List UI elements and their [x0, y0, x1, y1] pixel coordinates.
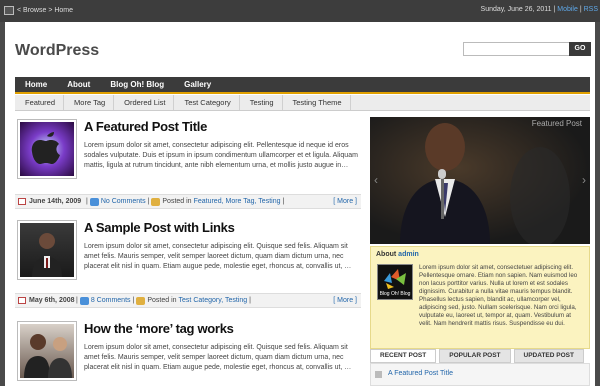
nav-item-about[interactable]: About [57, 77, 100, 92]
post-meta: June 14th, 2009 | No Comments | Posted i… [15, 194, 361, 209]
featured-photo-icon [400, 123, 570, 244]
post-thumbnail[interactable] [17, 220, 77, 280]
nav-item-blog[interactable]: Blog Oh! Blog [100, 77, 174, 92]
comment-icon [79, 296, 89, 305]
calendar-icon [18, 297, 26, 304]
slider-next-icon[interactable]: › [582, 173, 586, 187]
category-nav: Featured More Tag Ordered List Test Cate… [15, 95, 590, 111]
category-testing[interactable]: Testing [240, 95, 283, 110]
top-right-info: Sunday, June 26, 2011 | Mobile | RSS [481, 6, 598, 13]
blog-logo: Blog Oh! Blog [377, 264, 413, 300]
about-box: About admin Blog Oh! Blog Lorem ipsum do… [370, 246, 590, 349]
post: A Sample Post with Links Lorem ipsum dol… [15, 220, 361, 310]
search-input[interactable] [463, 42, 570, 56]
post-meta: May 6th, 2008 | 8 Comments | Posted in T… [15, 293, 361, 308]
about-text: Lorem ipsum dolor sit amet, consectetuer… [419, 264, 578, 327]
posted-in-label: Posted in [147, 297, 177, 304]
current-date: Sunday, June 26, 2011 [480, 6, 552, 13]
post-title[interactable]: A Sample Post with Links [84, 220, 235, 235]
site-title[interactable]: WordPress [15, 42, 99, 60]
more-link[interactable]: [ More ] [333, 195, 357, 208]
post-excerpt: Lorem ipsum dolor sit amet, consectetur … [84, 142, 358, 169]
post-tabs: RECENT POST POPULAR POST UPDATED POST [370, 349, 590, 363]
recent-post-link[interactable]: A Featured Post Title [388, 370, 453, 377]
post-thumbnail[interactable] [17, 119, 77, 179]
more-link[interactable]: [ More ] [333, 294, 357, 307]
slider-prev-icon[interactable]: ‹ [374, 173, 378, 187]
separator: | [579, 6, 582, 13]
post-tags[interactable]: Featured, More Tag, Testing [194, 195, 281, 208]
post-title[interactable]: How the ‘more’ tag works [84, 321, 234, 336]
recent-post-list: A Featured Post Title [370, 363, 590, 386]
category-ordered-list[interactable]: Ordered List [114, 95, 175, 110]
breadcrumb-text[interactable]: < Browse > Home [17, 7, 73, 14]
tab-popular-post[interactable]: POPULAR POST [439, 349, 511, 363]
comments-link[interactable]: No Comments [101, 195, 146, 208]
comment-icon [89, 197, 99, 206]
calendar-icon [18, 198, 26, 205]
separator: | [553, 6, 556, 13]
svg-text:Blog Oh! Blog: Blog Oh! Blog [380, 291, 411, 297]
post-excerpt: Lorem ipsum dolor sit amet, consectetur … [84, 243, 352, 270]
apple-logo-icon [31, 132, 60, 164]
about-heading: About admin [376, 251, 419, 258]
page-container: WordPress GO Home About Blog Oh! Blog Ga… [5, 22, 595, 386]
nav-item-gallery[interactable]: Gallery [174, 77, 221, 92]
author-link[interactable]: admin [398, 251, 419, 258]
post: How the ‘more’ tag works Lorem ipsum dol… [15, 321, 361, 386]
rss-link[interactable]: RSS [584, 6, 598, 13]
post-tags[interactable]: Test Category, Testing [179, 294, 248, 307]
nav-item-home[interactable]: Home [15, 77, 57, 92]
comments-link[interactable]: 8 Comments [91, 294, 131, 307]
breadcrumb: < Browse > Home [4, 6, 73, 15]
category-featured[interactable]: Featured [15, 95, 65, 110]
tab-recent-post[interactable]: RECENT POST [370, 349, 437, 363]
post-date: May 6th, 2008 [29, 297, 75, 304]
bullet-icon [375, 371, 382, 378]
folder-icon [151, 197, 161, 206]
top-bar: < Browse > Home Sunday, June 26, 2011 | … [0, 0, 600, 22]
main-nav: Home About Blog Oh! Blog Gallery [15, 77, 590, 94]
post-excerpt: Lorem ipsum dolor sit amet, consectetur … [84, 344, 352, 371]
category-more-tag[interactable]: More Tag [64, 95, 115, 110]
post: A Featured Post Title Lorem ipsum dolor … [15, 119, 361, 209]
search-go-button[interactable]: GO [569, 42, 591, 56]
folder-icon [136, 296, 146, 305]
two-people-photo-icon [24, 334, 72, 378]
category-test-category[interactable]: Test Category [174, 95, 240, 110]
posted-in-label: Posted in [162, 198, 192, 205]
post-title[interactable]: A Featured Post Title [84, 119, 207, 134]
category-testing-theme[interactable]: Testing Theme [283, 95, 351, 110]
tab-updated-post[interactable]: UPDATED POST [513, 349, 584, 363]
featured-post-label: Featured Post [531, 119, 582, 128]
window-icon [4, 6, 14, 15]
mobile-link[interactable]: Mobile [557, 6, 578, 13]
speaker-photo-icon [32, 233, 62, 277]
featured-post-slider[interactable]: Featured Post ‹ › [370, 117, 590, 244]
post-date: June 14th, 2009 [29, 198, 82, 205]
post-thumbnail[interactable] [17, 321, 77, 381]
